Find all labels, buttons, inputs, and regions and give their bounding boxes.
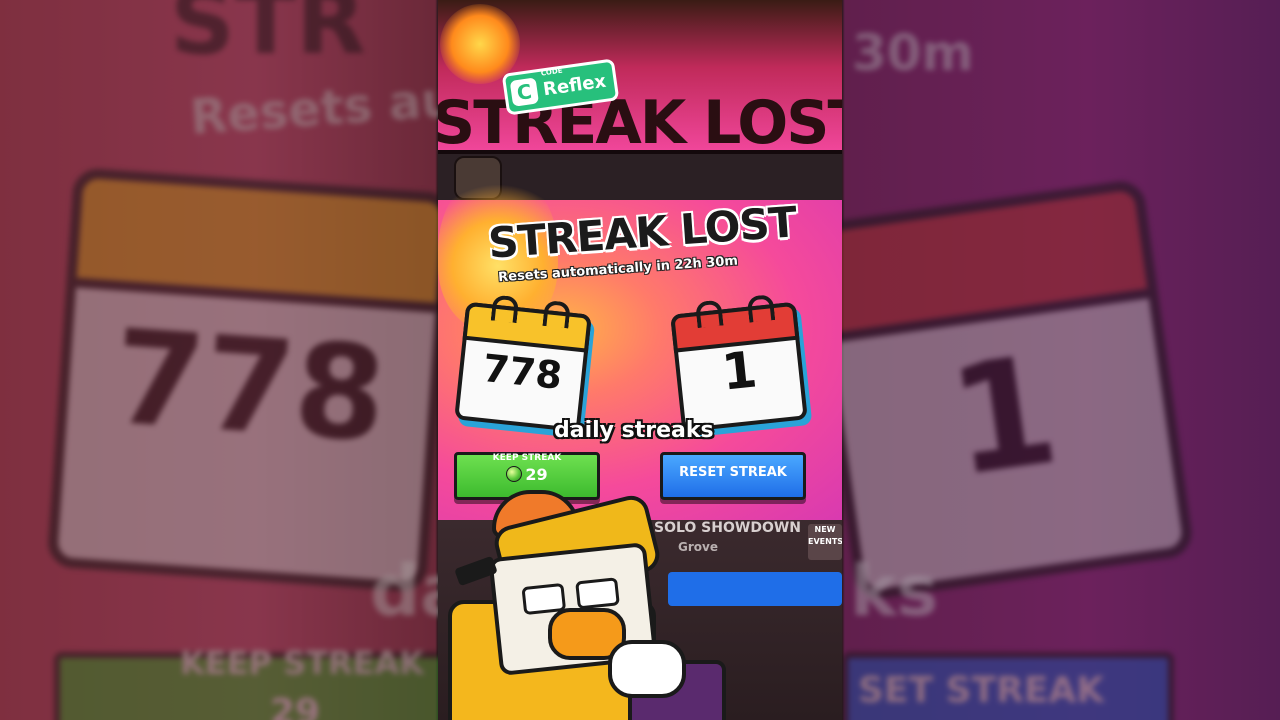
previous-frame-strip: STREAK LOST — [438, 0, 842, 158]
new-events-badge[interactable]: NEW EVENTS — [808, 524, 842, 560]
video-frame: STREAK LOST STREAK LOST Resets automatic… — [438, 0, 842, 720]
ghost-title: STREAK LOST — [438, 88, 842, 158]
old-streak-count: 778 — [480, 345, 565, 398]
new-streak-calendar-icon: 1 — [670, 294, 808, 433]
keep-streak-label: KEEP STREAK — [492, 453, 562, 463]
gem-cost: 29 — [525, 465, 548, 484]
keep-streak-cost: 29 — [457, 465, 597, 484]
video-caption: daily streaks — [554, 418, 714, 443]
reset-streak-label: RESET STREAK — [679, 465, 787, 480]
logo-mark: C — [509, 77, 540, 107]
brawler-character-image — [438, 490, 726, 720]
fire-icon — [440, 4, 520, 84]
new-streak-count: 1 — [719, 340, 760, 402]
old-streak-calendar-icon: 778 — [454, 294, 592, 433]
glove-icon — [608, 640, 686, 698]
gem-icon — [506, 466, 523, 482]
